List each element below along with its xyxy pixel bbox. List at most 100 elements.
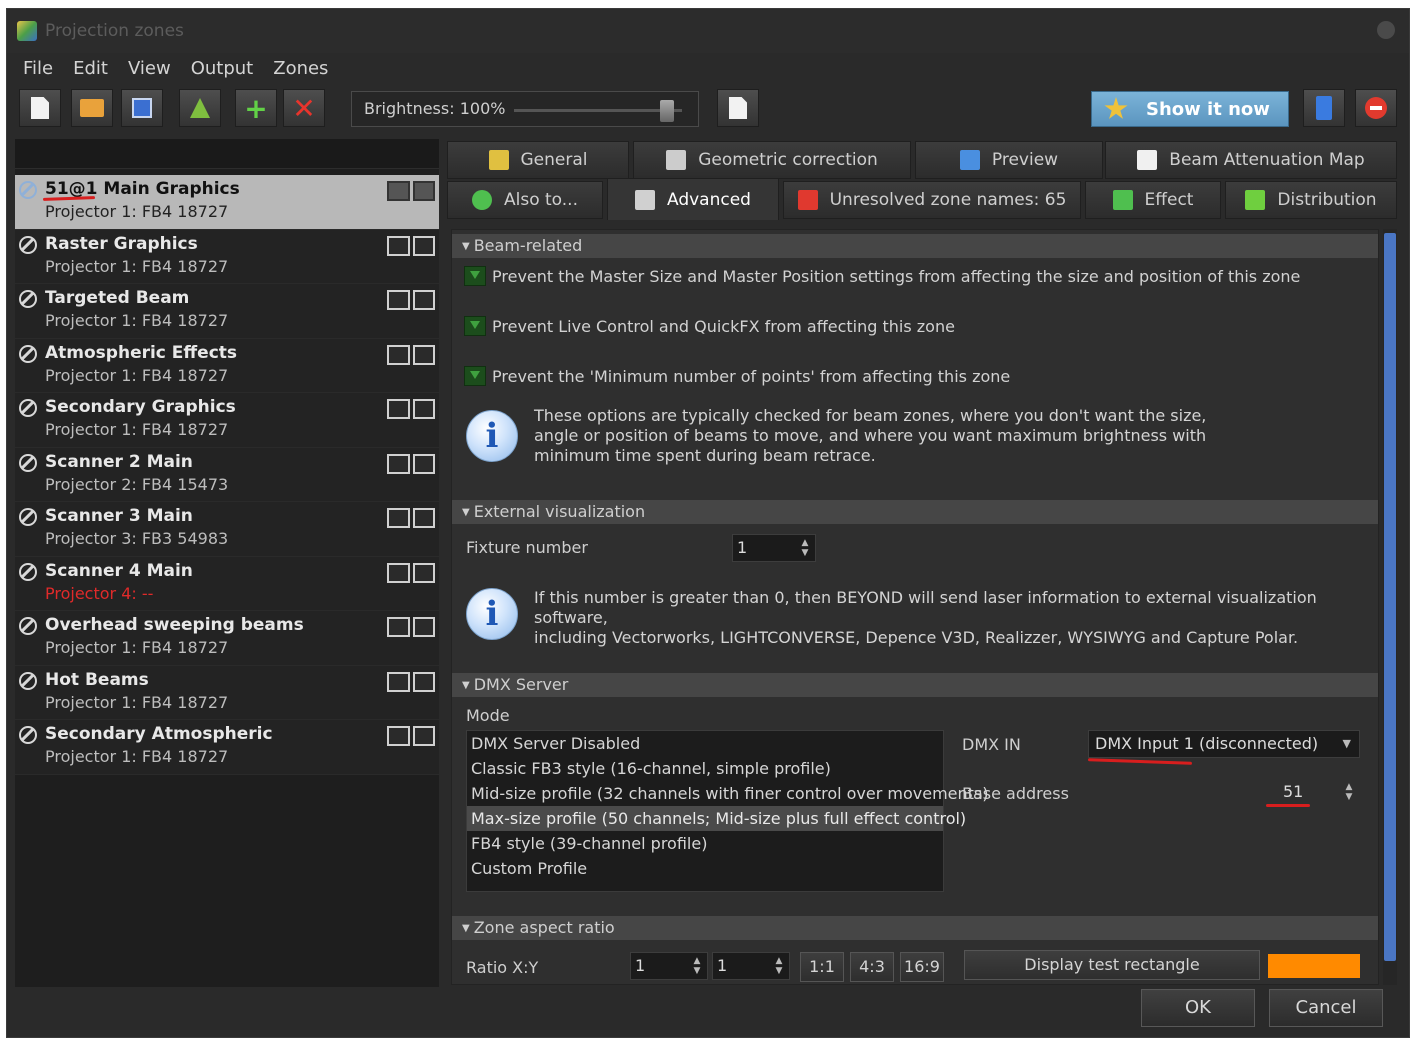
dmx-mode-option[interactable]: FB4 style (39-channel profile) (467, 831, 943, 856)
zone-list-item[interactable]: Raster Graphics Projector 1: FB4 18727 (15, 229, 439, 284)
zone-aspect-ratio-header[interactable]: Zone aspect ratio (452, 916, 1378, 940)
zone-list-item[interactable]: Targeted Beam Projector 1: FB4 18727 (15, 284, 439, 339)
zone-filter-bar[interactable] (15, 139, 439, 169)
scrollbar-thumb[interactable] (1384, 233, 1396, 961)
tab-preview[interactable]: Preview (915, 141, 1103, 179)
status-box[interactable] (412, 453, 435, 474)
status-box[interactable] (412, 562, 435, 583)
cancel-button[interactable]: Cancel (1269, 989, 1383, 1027)
status-box[interactable] (387, 671, 410, 692)
zone-status-boxes[interactable] (387, 671, 435, 692)
status-box[interactable] (387, 726, 410, 746)
spinner-arrows-icon[interactable]: ▲ ▼ (771, 956, 787, 976)
stop-button[interactable] (1355, 89, 1397, 127)
ratio-4-3-button[interactable]: 4:3 (850, 952, 894, 982)
zone-status-boxes[interactable] (387, 399, 435, 419)
show-it-now-button[interactable]: Show it now (1091, 91, 1289, 127)
ratio-1-1-button[interactable]: 1:1 (800, 952, 844, 982)
copy-button[interactable] (717, 89, 759, 127)
prevent-min-points-option[interactable]: Prevent the 'Minimum number of points' f… (464, 366, 1010, 386)
zone-color-swatch[interactable] (1268, 954, 1360, 978)
ratio-x-spinner[interactable]: 1 ▲ ▼ (630, 952, 708, 980)
spinner-arrows-icon[interactable]: ▲ ▼ (689, 956, 705, 976)
save-button[interactable] (121, 89, 163, 127)
help-button[interactable] (1303, 89, 1345, 127)
menu-view[interactable]: View (128, 55, 171, 83)
zone-list-item[interactable]: 51@1 Main Graphics Projector 1: FB4 18727 (15, 175, 439, 230)
status-box[interactable] (387, 617, 410, 637)
new-button[interactable] (19, 89, 61, 127)
prevent-master-option[interactable]: Prevent the Master Size and Master Posit… (464, 266, 1300, 286)
ratio-y-spinner[interactable]: 1 ▲ ▼ (712, 952, 790, 980)
status-box[interactable] (387, 235, 410, 256)
zone-status-boxes[interactable] (387, 726, 435, 746)
zone-list-item[interactable]: Scanner 3 Main Projector 3: FB3 54983 (15, 502, 439, 557)
menu-file[interactable]: File (23, 55, 53, 83)
status-box[interactable] (412, 344, 435, 365)
status-box[interactable] (412, 235, 435, 256)
delete-zone-button[interactable]: ✕ (283, 89, 325, 127)
settings-scrollbar[interactable] (1383, 229, 1397, 985)
checkbox[interactable] (464, 316, 486, 336)
zone-list-item[interactable]: Secondary Graphics Projector 1: FB4 18727 (15, 393, 439, 448)
brightness-slider-thumb[interactable] (660, 100, 674, 122)
zone-list-item[interactable]: Overhead sweeping beams Projector 1: FB4 … (15, 611, 439, 666)
status-box[interactable] (387, 453, 410, 474)
zone-status-boxes[interactable] (387, 181, 435, 201)
dmx-mode-list[interactable]: DMX Server Disabled Classic FB3 style (16… (466, 730, 989, 892)
beam-related-header[interactable]: Beam-related (452, 234, 1378, 258)
prevent-live-control-option[interactable]: Prevent Live Control and QuickFX from af… (464, 316, 955, 336)
zone-list-item[interactable]: Atmospheric Effects Projector 1: FB4 1872… (15, 338, 439, 393)
zone-list-item[interactable]: Scanner 4 Main Projector 4: -- (15, 556, 439, 611)
ok-button[interactable]: OK (1141, 989, 1255, 1027)
status-box[interactable] (387, 344, 410, 365)
zone-status-boxes[interactable] (387, 617, 435, 637)
spinner-arrows-icon[interactable]: ▲ ▼ (1341, 782, 1357, 802)
tab-advanced[interactable]: Advanced (607, 178, 779, 220)
zone-list-item[interactable]: Secondary Atmospheric Projector 1: FB4 18… (15, 720, 439, 775)
status-box[interactable] (412, 617, 435, 637)
display-test-rectangle-button[interactable]: Display test rectangle (964, 950, 1260, 980)
zone-status-boxes[interactable] (387, 562, 435, 583)
dmx-server-header[interactable]: DMX Server (452, 673, 1378, 697)
tab-unresolved-zone-names-65[interactable]: Unresolved zone names: 65 (783, 181, 1081, 219)
spinner-arrows-icon[interactable]: ▲ ▼ (797, 538, 813, 558)
dmx-mode-option[interactable]: Custom Profile (467, 856, 943, 881)
projector-button[interactable] (179, 89, 221, 127)
zone-status-boxes[interactable] (387, 453, 435, 474)
dmx-mode-option[interactable]: Mid-size profile (32 channels with finer… (467, 781, 989, 806)
status-box[interactable] (412, 181, 435, 201)
tab-geometric-correction[interactable]: Geometric correction (633, 141, 911, 179)
tab-effect[interactable]: Effect (1085, 181, 1221, 219)
add-zone-button[interactable]: + (235, 89, 277, 127)
dmx-mode-option[interactable]: Classic FB3 style (16-channel, simple pr… (467, 756, 943, 781)
status-box[interactable] (412, 508, 435, 528)
menu-zones[interactable]: Zones (273, 55, 328, 83)
menu-output[interactable]: Output (191, 55, 254, 83)
zone-list-item[interactable]: Scanner 2 Main Projector 2: FB4 15473 (15, 447, 439, 502)
menu-edit[interactable]: Edit (73, 55, 108, 83)
status-box[interactable] (387, 290, 410, 310)
status-box[interactable] (387, 181, 410, 201)
brightness-control[interactable]: Brightness: 100% (351, 91, 699, 127)
fixture-number-spinner[interactable]: 1 ▲ ▼ (732, 534, 816, 562)
tab-general[interactable]: General (447, 141, 629, 179)
status-box[interactable] (412, 399, 435, 419)
zone-status-boxes[interactable] (387, 508, 435, 528)
status-box[interactable] (412, 726, 435, 746)
ratio-16-9-button[interactable]: 16:9 (900, 952, 944, 982)
dmx-mode-option[interactable]: DMX Server Disabled (467, 731, 943, 756)
dmx-in-dropdown[interactable]: DMX Input 1 (disconnected) ▼ (1088, 730, 1360, 758)
dmx-mode-option[interactable]: Max-size profile (50 channels; Mid-size … (467, 806, 966, 831)
tab-beam-attenuation-map[interactable]: Beam Attenuation Map (1105, 141, 1397, 179)
external-visualization-header[interactable]: External visualization (452, 500, 1378, 524)
checkbox[interactable] (464, 366, 486, 386)
checkbox[interactable] (464, 266, 486, 286)
brightness-slider-track[interactable] (514, 109, 682, 112)
zone-status-boxes[interactable] (387, 235, 435, 256)
status-box[interactable] (387, 399, 410, 419)
title-bar-button[interactable] (1377, 21, 1395, 39)
open-button[interactable] (71, 89, 113, 127)
tab-also-to[interactable]: Also to... (447, 181, 603, 219)
zone-status-boxes[interactable] (387, 344, 435, 365)
